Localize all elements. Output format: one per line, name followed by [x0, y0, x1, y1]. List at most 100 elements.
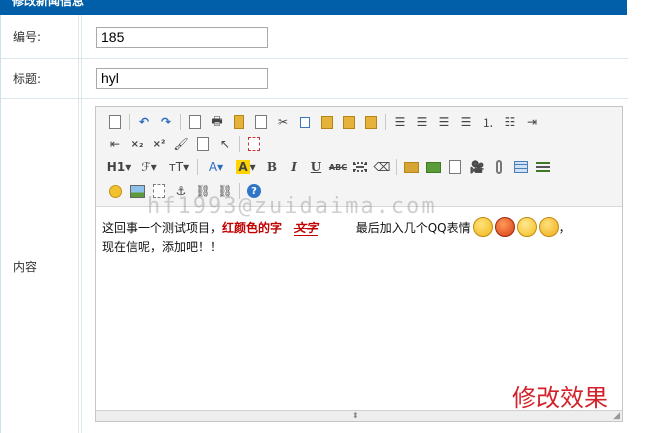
smiley-icon [108, 184, 122, 198]
outdent-button[interactable]: ⇤ [104, 134, 126, 154]
print-button[interactable]: 🖶 [206, 112, 228, 132]
chevron-down-icon: ▾ [125, 160, 132, 174]
paste-icon [321, 115, 333, 129]
insert-row-icon [536, 162, 550, 172]
template-icon [234, 115, 244, 129]
horizontal-rule-button[interactable] [349, 157, 371, 177]
subscript-button[interactable]: ×₂ [126, 134, 148, 154]
flash-icon [449, 160, 461, 174]
title-row: 标题: hyl [1, 59, 628, 99]
paste-button[interactable] [316, 112, 338, 132]
outdent-icon: ⇤ [109, 137, 121, 151]
eraser-button[interactable]: ⌫ [371, 157, 393, 177]
bold-button[interactable]: B [261, 157, 283, 177]
font-size-dropdown[interactable]: тT ▾ [164, 157, 194, 177]
superscript-icon: ×² [152, 138, 166, 150]
align-left-button[interactable]: ☰ [389, 112, 411, 132]
font-family-dropdown[interactable]: ℱ ▾ [134, 157, 164, 177]
toolbar-divider [239, 136, 240, 152]
insert-flash-button[interactable] [444, 157, 466, 177]
source-button[interactable] [104, 112, 126, 132]
highlight-dropdown[interactable]: A ▾ [231, 157, 261, 177]
chevron-down-icon: ▾ [249, 160, 256, 174]
paste-word-button[interactable] [360, 112, 382, 132]
corner-resize-icon[interactable]: ◢ [613, 412, 620, 421]
toolbar-divider [396, 159, 397, 175]
anchor-button[interactable]: ⚓ [170, 181, 192, 201]
page-break-button[interactable] [148, 181, 170, 201]
insert-table-button[interactable] [510, 157, 532, 177]
eraser-icon: ⌫ [373, 160, 391, 174]
underline-button[interactable]: U [305, 157, 327, 177]
superscript-button[interactable]: ×² [148, 134, 170, 154]
help-button[interactable]: ? [243, 181, 265, 201]
subscript-icon: ×₂ [130, 138, 144, 150]
font-color-dropdown[interactable]: A ▾ [201, 157, 231, 177]
insert-media-button[interactable]: 🎥 [466, 157, 488, 177]
font-size-label: тT [168, 160, 184, 174]
redo-button[interactable]: ↷ [155, 112, 177, 132]
content-text-intro: 这回事一个测试项目， [102, 221, 223, 235]
print-icon: 🖶 [211, 113, 223, 128]
indent-icon: ⇥ [526, 115, 538, 129]
copy-button[interactable] [294, 112, 316, 132]
paste-text-icon [343, 115, 355, 129]
resize-handle-icon[interactable]: ⬍ [352, 412, 359, 420]
unordered-list-icon: ☷ [504, 115, 516, 129]
clear-format-button[interactable]: 🖌 [170, 134, 192, 154]
page-title: 修改新闻信息 [12, 0, 85, 8]
italic-label: I [291, 160, 297, 174]
number-row: 编号: 185 [1, 15, 628, 59]
chevron-down-icon: ▾ [150, 160, 157, 174]
fullscreen-icon [248, 137, 260, 151]
toolbar-divider [129, 114, 130, 130]
italic-button[interactable]: I [283, 157, 305, 177]
chevron-down-icon: ▾ [217, 160, 224, 174]
edit-news-form: 编号: 185 标题: hyl 内容 ↶ ↷ 🖶 ✂ ☰ ☰ ☰ ☰ ⒈ ☷ ⇥… [0, 15, 628, 433]
content-text-emoticons: 最后加入几个QQ表情 [355, 221, 471, 235]
unordered-list-button[interactable]: ☷ [499, 112, 521, 132]
title-input[interactable]: hyl [96, 68, 268, 89]
emoticon-button[interactable] [104, 181, 126, 201]
page-break-icon [153, 184, 165, 198]
table-icon [514, 161, 528, 173]
insert-row-button[interactable] [532, 157, 554, 177]
brush-icon: 🖌 [173, 137, 189, 151]
number-label: 编号: [1, 15, 79, 58]
paste-text-button[interactable] [338, 112, 360, 132]
highlight-label: A [236, 160, 250, 174]
justify-button[interactable]: ☰ [455, 112, 477, 132]
insert-image-button[interactable] [400, 157, 422, 177]
unlink-button[interactable]: ⛓ [214, 181, 236, 201]
camera-icon: 🎥 [469, 160, 485, 174]
fullscreen-button[interactable] [243, 134, 265, 154]
align-right-button[interactable]: ☰ [433, 112, 455, 132]
font-color-label: A [208, 160, 218, 174]
link-button[interactable]: ⛓ [192, 181, 214, 201]
number-input[interactable]: 185 [96, 27, 268, 48]
cut-button[interactable]: ✂ [272, 112, 294, 132]
ordered-list-button[interactable]: ⒈ [477, 112, 499, 132]
strikethrough-label: ABC [328, 162, 348, 172]
insert-file-button[interactable] [488, 157, 510, 177]
select-all-button[interactable] [192, 134, 214, 154]
editor-toolbar: ↶ ↷ 🖶 ✂ ☰ ☰ ☰ ☰ ⒈ ☷ ⇥ ⇤ ×₂ ×² 🖌 ↖ H1 ▾ ℱ… [96, 107, 622, 207]
content-line-2: 现在信呢，添加吧！！ [102, 240, 223, 254]
template-button[interactable] [228, 112, 250, 132]
toolbar-row-1: ↶ ↷ 🖶 ✂ ☰ ☰ ☰ ☰ ⒈ ☷ ⇥ [104, 111, 543, 133]
insert-multi-image-button[interactable] [422, 157, 444, 177]
align-center-button[interactable]: ☰ [411, 112, 433, 132]
code-button[interactable] [250, 112, 272, 132]
title-label: 标题: [1, 59, 79, 98]
cursor-button[interactable]: ↖ [214, 134, 236, 154]
smile-emoticon-icon [516, 217, 537, 237]
undo-button[interactable]: ↶ [133, 112, 155, 132]
preview-button[interactable] [184, 112, 206, 132]
strikethrough-button[interactable]: ABC [327, 157, 349, 177]
image-button[interactable] [126, 181, 148, 201]
heading-dropdown[interactable]: H1 ▾ [104, 157, 134, 177]
cut-icon: ✂ [277, 115, 289, 129]
indent-button[interactable]: ⇥ [521, 112, 543, 132]
unlink-icon: ⛓ [217, 184, 233, 198]
copy-icon [300, 116, 310, 128]
